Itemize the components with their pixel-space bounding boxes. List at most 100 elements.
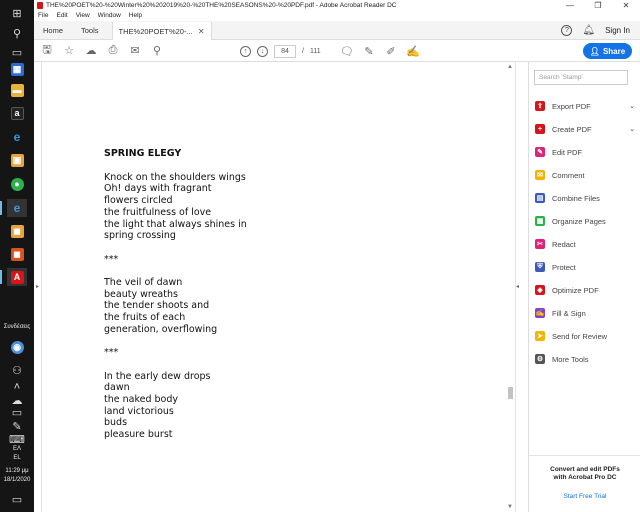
- stanza-gap: [104, 242, 504, 254]
- previous-page-icon[interactable]: ↑: [240, 45, 251, 57]
- scroll-down-icon[interactable]: ▼: [507, 504, 513, 510]
- menu-window[interactable]: Window: [98, 12, 121, 19]
- tripadvisor-icon[interactable]: ●: [7, 175, 27, 193]
- tool-more-tools[interactable]: ⚙ More Tools: [535, 352, 635, 366]
- app-red-icon[interactable]: ◼: [7, 245, 27, 263]
- tools-search-input[interactable]: Search 'Stamp': [534, 70, 628, 85]
- tab-document[interactable]: THE%20POET%20-... ✕: [111, 22, 212, 40]
- document-viewer[interactable]: ▸ SPRING ELEGY Knock on the shoulders wi…: [34, 62, 521, 512]
- page-number-input[interactable]: 84: [274, 44, 296, 58]
- poem-line: In the early dew drops: [104, 370, 211, 382]
- fill-sign-tool-icon[interactable]: ✍: [402, 40, 424, 62]
- tool-redact[interactable]: ✂ Redact: [535, 237, 635, 251]
- minimize-icon[interactable]: —: [556, 1, 584, 10]
- tool-export-pdf[interactable]: ⇪ Export PDF ⌄: [535, 99, 635, 113]
- chevron-down-icon[interactable]: ⌄: [629, 102, 635, 110]
- clock-time[interactable]: 11:29 μμ: [0, 468, 34, 474]
- tool-combine-files[interactable]: ▤ Combine Files: [535, 191, 635, 205]
- tab-bar: Home Tools THE%20POET%20-... ✕ ? 🔔︎ Sign…: [34, 21, 640, 40]
- store-icon[interactable]: ▣: [7, 151, 27, 169]
- windows-taskbar: ⊞ ⚲ ▭ ▦ ▬ a e ▣ ● e ◼ ◼ A Συνδέσεις ◉ ⚇ …: [0, 0, 34, 512]
- network-label: Συνδέσεις: [3, 324, 31, 330]
- page-separator: /: [302, 47, 304, 55]
- clock-date[interactable]: 18/1/2020: [0, 477, 34, 483]
- tab-home[interactable]: Home: [34, 21, 72, 39]
- poem-line: The veil of dawn: [104, 277, 183, 288]
- menu-edit[interactable]: Edit: [56, 12, 67, 19]
- bell-icon[interactable]: 🔔︎: [582, 25, 595, 36]
- input-language-secondary[interactable]: EL: [0, 455, 34, 461]
- tool-send-for-review[interactable]: ➤ Send for Review: [535, 329, 635, 343]
- menu-file[interactable]: File: [38, 12, 48, 19]
- tool-organize-pages[interactable]: ▦ Organize Pages: [535, 214, 635, 228]
- tool-edit-pdf[interactable]: ✎ Edit PDF: [535, 145, 635, 159]
- start-icon[interactable]: ⊞: [7, 4, 27, 22]
- bookmark-star-icon[interactable]: ☆: [58, 40, 80, 62]
- promo-line-1: Convert and edit PDFs: [550, 466, 620, 473]
- export-pdf-icon: ⇪: [535, 101, 545, 111]
- acrobat-logo-icon: [37, 1, 43, 9]
- expand-left-icon[interactable]: ▸: [36, 283, 39, 290]
- promo-text: Convert and edit PDFs with Acrobat Pro D…: [535, 466, 635, 482]
- tool-optimize-pdf[interactable]: ◈ Optimize PDF: [535, 283, 635, 297]
- comment-tool-icon[interactable]: 🗨︎: [336, 40, 358, 62]
- poem-line: dawn: [104, 382, 130, 394]
- acrobat-window: THE%20POET%20-%20Winter%20%202019%20-%20…: [34, 0, 640, 512]
- organize-pages-icon: ▦: [535, 216, 545, 226]
- more-tools-icon: ⚙: [535, 354, 545, 364]
- scroll-up-icon[interactable]: ▲: [507, 64, 513, 70]
- start-free-trial-link[interactable]: Start Free Trial: [535, 493, 635, 500]
- tool-comment[interactable]: ✉ Comment: [535, 168, 635, 182]
- tool-label: Optimize PDF: [552, 285, 599, 295]
- input-language[interactable]: ΕΛ: [0, 446, 34, 452]
- edge-legacy-icon[interactable]: e: [7, 128, 27, 146]
- zoom-search-icon[interactable]: ⚲: [146, 40, 168, 62]
- save-icon[interactable]: 🖫︎: [36, 40, 58, 62]
- acrobat-reader-icon[interactable]: A: [0, 268, 27, 286]
- tool-fill-sign[interactable]: ✍ Fill & Sign: [535, 306, 635, 320]
- poem-line: Knock on the shoulders wings: [104, 171, 246, 183]
- close-tab-icon[interactable]: ✕: [198, 27, 205, 36]
- menu-help[interactable]: Help: [129, 12, 142, 19]
- collapse-right-icon[interactable]: ◂: [516, 283, 519, 290]
- highlight-pen-icon[interactable]: ✎: [358, 40, 380, 62]
- promo-line-2: with Acrobat Pro DC: [553, 474, 617, 481]
- calendar-app-icon[interactable]: ▦: [7, 60, 27, 78]
- next-page-icon[interactable]: ↓: [257, 45, 268, 57]
- left-pane-toggle[interactable]: ▸: [34, 62, 42, 512]
- poem-title: SPRING ELEGY: [104, 148, 182, 159]
- tool-protect[interactable]: ⛨ Protect: [535, 260, 635, 274]
- search-icon[interactable]: ⚲: [7, 24, 27, 42]
- task-view-icon[interactable]: ▭: [7, 43, 27, 61]
- tool-create-pdf[interactable]: + Create PDF ⌄: [535, 122, 635, 136]
- chevron-down-icon[interactable]: ⌄: [629, 125, 635, 133]
- right-pane-toggle[interactable]: ◂: [515, 62, 521, 512]
- people-icon[interactable]: ⚇: [7, 361, 27, 379]
- poem-line: generation, overflowing: [104, 323, 218, 335]
- menu-view[interactable]: View: [76, 12, 90, 19]
- print-icon[interactable]: ⎙: [102, 40, 124, 62]
- document-tab-label: THE%20POET%20-...: [118, 26, 193, 36]
- scroll-thumb[interactable]: [508, 387, 513, 399]
- email-icon[interactable]: ✉: [124, 40, 146, 62]
- help-icon[interactable]: ?: [561, 24, 573, 36]
- share-button[interactable]: 👤︎ Share: [583, 43, 632, 59]
- tool-label: Send for Review: [552, 331, 608, 341]
- window-title: THE%20POET%20-%20Winter%20%202019%20-%20…: [46, 1, 397, 9]
- chrome-icon[interactable]: ◉: [7, 338, 27, 356]
- upload-cloud-icon[interactable]: ☁: [80, 40, 102, 62]
- tab-tools[interactable]: Tools: [72, 21, 108, 39]
- tool-label: Protect: [552, 262, 576, 272]
- edge-icon-active[interactable]: e: [0, 199, 27, 217]
- toolbar: 🖫︎ ☆ ☁ ⎙ ✉ ⚲ ↑ ↓ 84 / 111 🗨︎ ✎ ✐ ✍ 👤︎ Sh…: [34, 40, 640, 62]
- file-explorer-icon[interactable]: ▬: [7, 81, 27, 99]
- close-icon[interactable]: ✕: [612, 1, 640, 10]
- action-center-icon[interactable]: ▭: [7, 490, 27, 508]
- combine-files-icon: ▤: [535, 193, 545, 203]
- maximize-icon[interactable]: ❐: [584, 1, 612, 10]
- app-orange-icon[interactable]: ◼: [7, 222, 27, 240]
- vertical-scrollbar[interactable]: ▲ ▼: [506, 62, 515, 512]
- amazon-icon[interactable]: a: [7, 104, 27, 122]
- sign-in-link[interactable]: Sign In: [605, 26, 630, 35]
- draw-tool-icon[interactable]: ✐: [380, 40, 402, 62]
